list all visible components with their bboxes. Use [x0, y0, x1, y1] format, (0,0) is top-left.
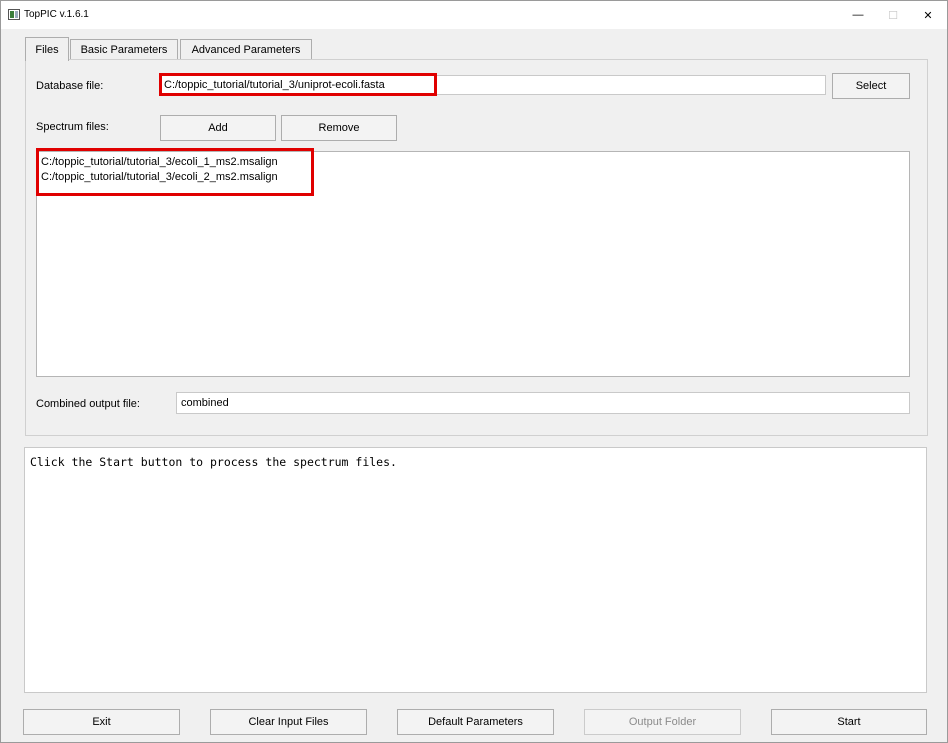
exit-button[interactable]: Exit — [23, 709, 180, 735]
spectrum-files-label: Spectrum files: — [36, 121, 109, 133]
database-file-field[interactable]: C:/toppic_tutorial/tutorial_3/uniprot-ec… — [159, 75, 826, 95]
log-console: Click the Start button to process the sp… — [24, 447, 927, 693]
list-item[interactable]: C:/toppic_tutorial/tutorial_3/ecoli_2_ms… — [41, 171, 278, 183]
add-button[interactable]: Add — [160, 115, 276, 141]
clear-input-files-button[interactable]: Clear Input Files — [210, 709, 367, 735]
combined-output-label: Combined output file: — [36, 398, 140, 410]
database-file-label: Database file: — [36, 80, 104, 92]
remove-button[interactable]: Remove — [281, 115, 397, 141]
list-item[interactable]: C:/toppic_tutorial/tutorial_3/ecoli_1_ms… — [41, 156, 278, 168]
output-folder-button: Output Folder — [584, 709, 741, 735]
tab-files[interactable]: Files — [25, 37, 69, 61]
select-button[interactable]: Select — [832, 73, 910, 99]
tab-advanced-parameters[interactable]: Advanced Parameters — [180, 39, 312, 60]
start-button[interactable]: Start — [771, 709, 927, 735]
combined-output-field[interactable]: combined — [176, 392, 910, 414]
window-title: TopPIC v.1.6.1 — [24, 9, 89, 20]
files-panel: Database file: C:/toppic_tutorial/tutori… — [25, 59, 928, 436]
app-icon — [8, 9, 20, 20]
close-button[interactable]: ✕ — [905, 1, 948, 29]
app-window: TopPIC v.1.6.1 — ☐ ✕ Files Basic Paramet… — [0, 0, 948, 743]
spectrum-files-list[interactable]: C:/toppic_tutorial/tutorial_3/ecoli_1_ms… — [36, 151, 910, 377]
tab-basic-parameters[interactable]: Basic Parameters — [70, 39, 178, 60]
title-bar: TopPIC v.1.6.1 — ☐ ✕ — [1, 1, 947, 29]
default-parameters-button[interactable]: Default Parameters — [397, 709, 554, 735]
